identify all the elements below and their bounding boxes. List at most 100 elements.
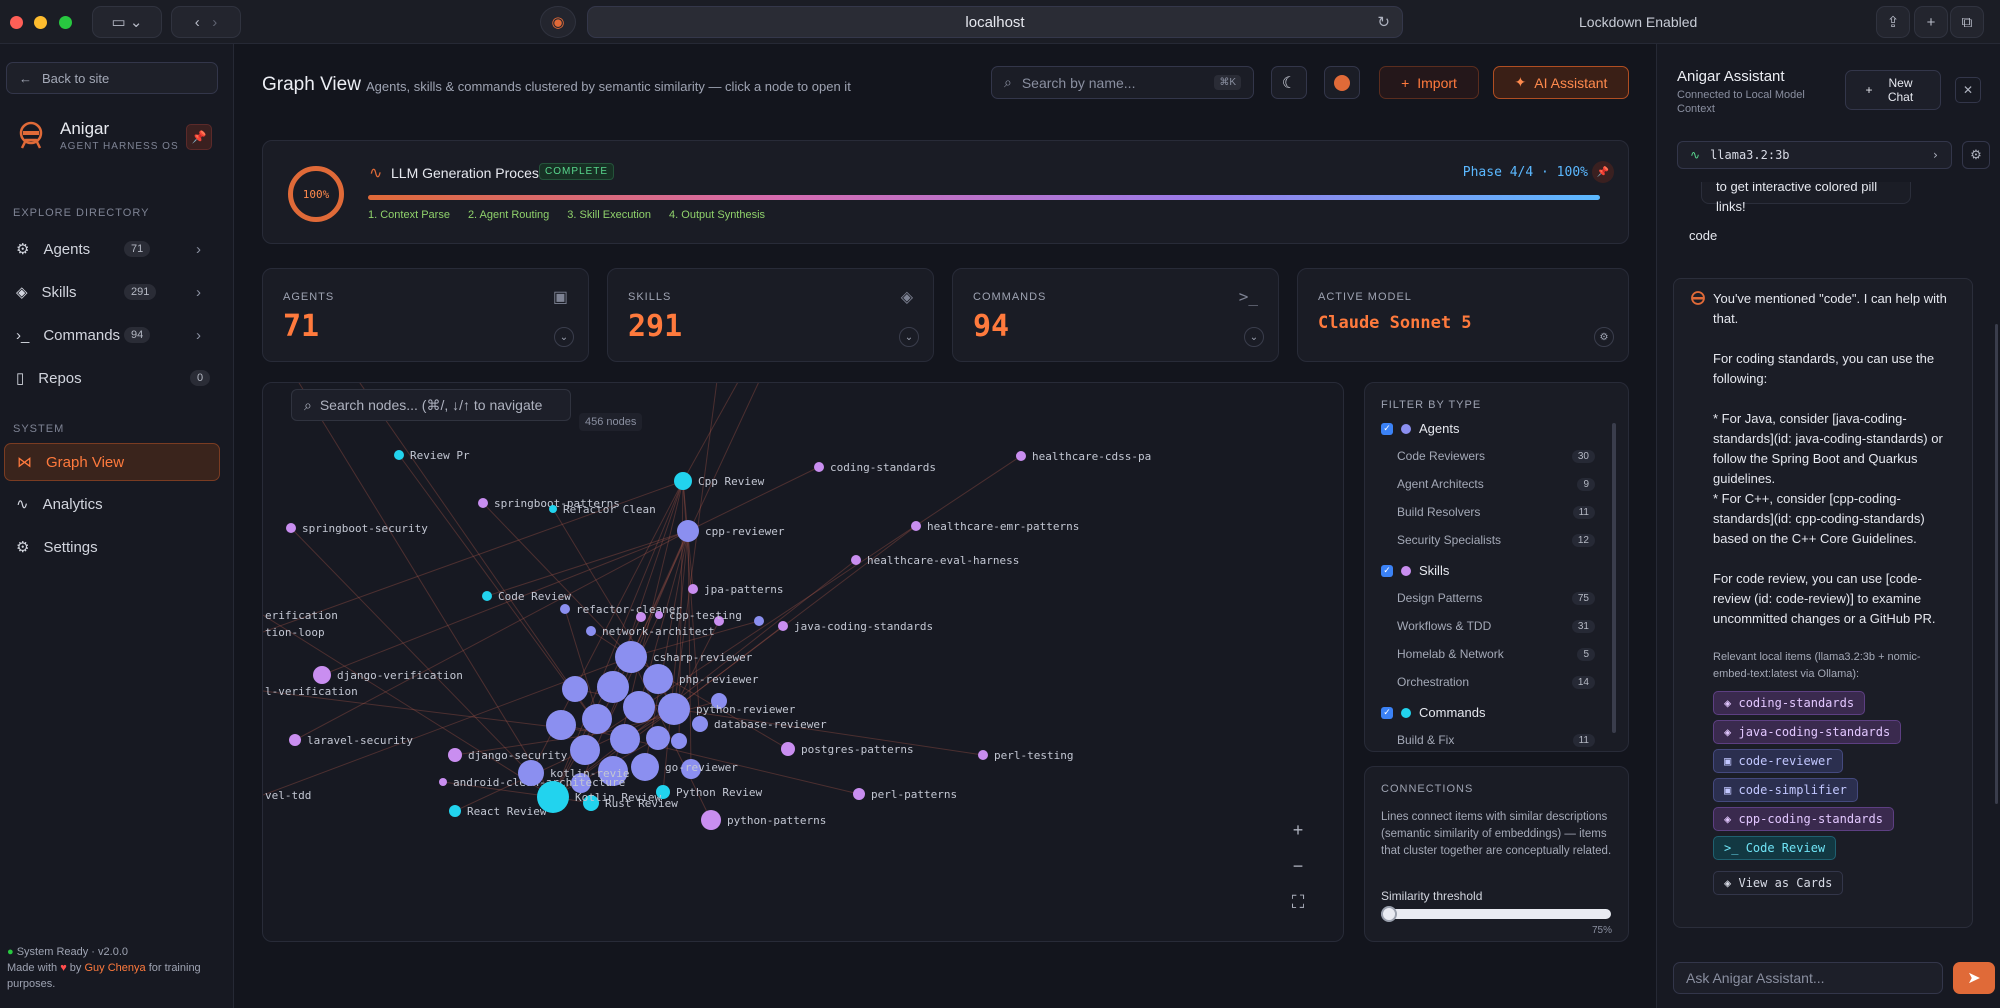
graph-node[interactable] <box>289 734 301 746</box>
graph-node-label[interactable]: perl-testing <box>994 749 1073 762</box>
graph-node[interactable] <box>615 641 647 673</box>
zoom-in-button[interactable]: + <box>1281 813 1315 847</box>
pill-link-agent[interactable]: ▣ code-reviewer <box>1713 749 1844 773</box>
graph-node[interactable] <box>286 523 296 533</box>
graph-node[interactable] <box>778 621 788 631</box>
graph-node[interactable] <box>631 753 659 781</box>
graph-node-label[interactable]: kotlin-revie <box>550 767 629 780</box>
reload-icon[interactable]: ↻ <box>1377 13 1390 31</box>
graph-node-label[interactable]: django-verification <box>337 669 463 682</box>
pin-button[interactable]: 📌 <box>1592 161 1614 183</box>
checkbox-checked-icon[interactable]: ✓ <box>1381 422 1393 435</box>
graph-node[interactable] <box>643 664 673 694</box>
new-tab-button[interactable]: + <box>1914 6 1948 38</box>
filter-item[interactable]: Design Patterns 75 <box>1381 591 1595 605</box>
filter-item[interactable]: Workflows & TDD 31 <box>1381 619 1595 633</box>
sidebar-item-commands[interactable]: ›_ Commands 94 › <box>4 316 220 354</box>
graph-svg[interactable]: Review Prspringboot-patternsRefactor Cle… <box>263 383 1344 942</box>
sidebar-item-skills[interactable]: ◈ Skills 291 › <box>4 273 220 311</box>
minimize-window-button[interactable] <box>34 16 47 29</box>
sidebar-item-graph-view[interactable]: ⋈ Graph View <box>4 443 220 481</box>
model-settings-button[interactable]: ⚙ <box>1962 141 1990 169</box>
slider-thumb[interactable] <box>1381 906 1397 922</box>
graph-node[interactable] <box>851 555 861 565</box>
graph-node[interactable] <box>754 616 764 626</box>
chat-scrollbar[interactable] <box>1995 324 1998 804</box>
chat-scroll[interactable]: to get interactive colored pill links! c… <box>1657 182 2000 942</box>
graph-node[interactable] <box>911 521 921 531</box>
graph-node-label[interactable]: network-architect <box>602 625 715 638</box>
sidebar-item-agents[interactable]: ⚙ Agents 71 › <box>4 230 220 268</box>
similarity-slider[interactable] <box>1381 906 1611 922</box>
graph-node-label[interactable]: jpa-patterns <box>704 583 783 596</box>
address-bar[interactable]: localhost ↻ <box>587 6 1403 38</box>
graph-node[interactable] <box>482 591 492 601</box>
pill-link-skill[interactable]: ◈ java-coding-standards <box>1713 720 1902 744</box>
maximize-window-button[interactable] <box>59 16 72 29</box>
graph-node-label[interactable]: l-verification <box>265 685 358 698</box>
graph-node-label[interactable]: refactor-cleaner <box>576 603 682 616</box>
new-chat-button[interactable]: + New Chat <box>1845 70 1941 110</box>
graph-node[interactable] <box>597 671 629 703</box>
graph-node[interactable] <box>853 788 865 800</box>
graph-node[interactable] <box>546 710 576 740</box>
filter-item[interactable]: Orchestration 14 <box>1381 675 1595 689</box>
accent-color-button[interactable] <box>1324 66 1360 99</box>
graph-node[interactable] <box>646 726 670 750</box>
ai-assistant-button[interactable]: ✦ AI Assistant <box>1493 66 1629 99</box>
pill-link-skill[interactable]: ◈ coding-standards <box>1713 691 1866 715</box>
model-selector[interactable]: ∿ llama3.2:3b › <box>1677 141 1952 169</box>
fit-view-button[interactable]: ⛶ <box>1281 885 1315 919</box>
graph-node-label[interactable]: python-patterns <box>727 814 826 827</box>
graph-node[interactable] <box>439 778 447 786</box>
chevron-down-icon[interactable]: ⌄ <box>1244 327 1264 347</box>
graph-node[interactable] <box>674 472 692 490</box>
sidebar-item-repos[interactable]: ▯ Repos 0 <box>4 359 220 397</box>
tab-overview-button[interactable]: ⧉ <box>1950 6 1984 38</box>
graph-node-label[interactable]: database-reviewer <box>714 718 827 731</box>
graph-node-label[interactable]: erification <box>265 609 338 622</box>
close-panel-button[interactable]: ✕ <box>1955 77 1981 103</box>
graph-node-label[interactable]: Code Review <box>498 590 571 603</box>
graph-node[interactable] <box>658 693 690 725</box>
sidebar-item-analytics[interactable]: ∿ Analytics <box>4 485 220 523</box>
graph-node[interactable] <box>394 450 404 460</box>
chevron-down-icon[interactable]: ⌄ <box>899 327 919 347</box>
graph-node-label[interactable]: tion-loop <box>265 626 325 639</box>
graph-node[interactable] <box>1016 451 1026 461</box>
graph-node-label[interactable]: Cpp Review <box>698 475 765 488</box>
graph-node-label[interactable]: cpp-reviewer <box>705 525 785 538</box>
search-input[interactable]: ⌕ Search by name... ⌘K <box>991 66 1254 99</box>
filter-item[interactable]: Build & Fix 11 <box>1381 733 1595 747</box>
filter-item[interactable]: Homelab & Network 5 <box>1381 647 1595 661</box>
graph-node[interactable] <box>781 742 795 756</box>
history-nav[interactable]: ‹ › <box>171 6 241 38</box>
graph-node-label[interactable]: React Review <box>467 805 547 818</box>
graph-node-label[interactable]: postgres-patterns <box>801 743 914 756</box>
graph-node-label[interactable]: springboot-security <box>302 522 428 535</box>
back-arrow-icon[interactable]: ‹ <box>195 14 200 31</box>
sidebar-item-settings[interactable]: ⚙ Settings <box>4 528 220 566</box>
graph-node-label[interactable]: Kotlin Review <box>575 791 661 804</box>
graph-node-label[interactable]: go-reviewer <box>665 761 738 774</box>
graph-node-label[interactable]: Review Pr <box>410 449 470 462</box>
graph-node-label[interactable]: healthcare-eval-harness <box>867 554 1019 567</box>
graph-node[interactable] <box>688 584 698 594</box>
graph-node[interactable] <box>560 604 570 614</box>
graph-node[interactable] <box>610 724 640 754</box>
node-search-input[interactable]: ⌕ Search nodes... (⌘/, ↓/↑ to navigate <box>291 389 571 421</box>
graph-node-label[interactable]: django-security <box>468 749 568 762</box>
chevron-down-icon[interactable]: ⌄ <box>554 327 574 347</box>
graph-node[interactable] <box>655 611 663 619</box>
graph-node-label[interactable]: Refactor Clean <box>563 503 656 516</box>
graph-node-label[interactable]: perl-patterns <box>871 788 957 801</box>
graph-node-label[interactable]: healthcare-cdss-pa <box>1032 450 1151 463</box>
graph-node[interactable] <box>518 760 544 786</box>
checkbox-checked-icon[interactable]: ✓ <box>1381 564 1393 577</box>
graph-node-label[interactable]: coding-standards <box>830 461 936 474</box>
graph-node[interactable] <box>313 666 331 684</box>
graph-canvas[interactable]: Review Pr springboot-patterns Refactor Cle… <box>262 382 1344 942</box>
checkbox-checked-icon[interactable]: ✓ <box>1381 706 1393 719</box>
filter-item[interactable]: Code Reviewers 30 <box>1381 449 1595 463</box>
graph-node[interactable] <box>478 498 488 508</box>
